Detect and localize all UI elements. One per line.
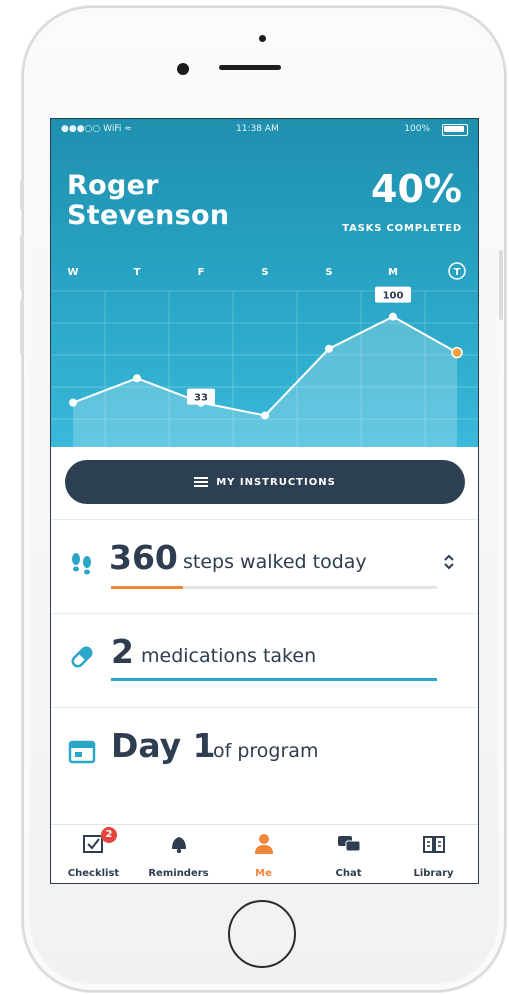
user-last-name: Stevenson bbox=[67, 200, 230, 231]
steps-row[interactable]: 360 steps walked today bbox=[51, 519, 478, 610]
chart-point bbox=[325, 344, 333, 353]
day-label: W bbox=[67, 267, 78, 278]
battery-percent: 100% bbox=[404, 124, 430, 134]
phone-silent-switch bbox=[20, 180, 24, 210]
status-bar: ●●●○○ WiFi ≈ 11:38 AM 100% bbox=[51, 119, 478, 139]
user-first-name: Roger bbox=[67, 170, 159, 201]
my-instructions-label: MY INSTRUCTIONS bbox=[216, 476, 336, 488]
data-label: 100 bbox=[383, 291, 404, 302]
chart-point bbox=[261, 411, 269, 420]
footsteps-icon bbox=[72, 553, 91, 575]
proximity-sensor bbox=[259, 35, 266, 42]
day-label: S bbox=[261, 267, 268, 278]
pill-icon bbox=[71, 646, 93, 668]
program-day-row[interactable]: Day 1 of program bbox=[51, 707, 478, 798]
medications-text: medications taken bbox=[141, 645, 317, 667]
day-label: T bbox=[454, 267, 461, 278]
app-screen: ●●●○○ WiFi ≈ 11:38 AM 100% Roger Stevens… bbox=[50, 118, 479, 884]
tab-bar: 2 Checklist Reminders Me Chat Library bbox=[51, 824, 478, 883]
medications-progress-track bbox=[111, 678, 437, 681]
activity-chart: W T F S S M T 33 100 bbox=[51, 262, 478, 447]
tab-library[interactable]: Library bbox=[391, 825, 476, 883]
tasks-label: TASKS COMPLETED bbox=[342, 223, 462, 234]
battery-icon bbox=[442, 124, 468, 136]
day-label: M bbox=[388, 267, 398, 278]
tab-checklist-label: Checklist bbox=[67, 868, 120, 879]
list-icon bbox=[194, 477, 209, 487]
steps-progress-track bbox=[111, 586, 437, 589]
chart-point-highlight bbox=[451, 346, 463, 359]
front-camera bbox=[177, 63, 189, 75]
steps-progress-fill bbox=[111, 586, 183, 589]
chart-point bbox=[389, 312, 397, 321]
chat-icon bbox=[337, 836, 360, 852]
day-label: T bbox=[134, 267, 141, 278]
tab-me-label: Me bbox=[255, 868, 272, 879]
medications-progress-fill bbox=[111, 678, 437, 681]
chart-point bbox=[69, 398, 77, 407]
earpiece-speaker bbox=[219, 65, 281, 70]
tab-library-label: Library bbox=[413, 868, 454, 879]
day-label: F bbox=[198, 267, 205, 278]
my-instructions-button[interactable]: MY INSTRUCTIONS bbox=[65, 460, 465, 504]
medications-value: 2 bbox=[111, 632, 134, 671]
signal-indicator: ●●●○○ WiFi ≈ bbox=[61, 124, 132, 134]
checklist-badge: 2 bbox=[101, 827, 117, 843]
chevron-updown-icon[interactable] bbox=[443, 553, 455, 571]
phone-volume-down bbox=[20, 300, 24, 355]
medications-row[interactable]: 2 medications taken bbox=[51, 613, 478, 704]
home-button[interactable] bbox=[228, 900, 296, 968]
day-label: S bbox=[325, 267, 332, 278]
chart-area bbox=[73, 316, 457, 447]
person-icon bbox=[254, 834, 273, 854]
status-time: 11:38 AM bbox=[236, 124, 279, 134]
tab-checklist[interactable]: 2 Checklist bbox=[51, 825, 136, 883]
program-day-value: Day 1 bbox=[111, 726, 216, 765]
steps-text: steps walked today bbox=[183, 551, 367, 573]
user-name: Roger Stevenson bbox=[67, 171, 229, 231]
phone-power-button bbox=[499, 250, 503, 320]
profile-header: ●●●○○ WiFi ≈ 11:38 AM 100% Roger Stevens… bbox=[51, 119, 478, 447]
tab-me[interactable]: Me bbox=[221, 825, 306, 883]
calendar-icon bbox=[68, 740, 96, 764]
phone-volume-up bbox=[20, 235, 24, 290]
tab-chat-label: Chat bbox=[335, 868, 362, 879]
tasks-percent: 40% bbox=[371, 167, 462, 211]
bell-icon bbox=[171, 837, 186, 854]
tab-chat[interactable]: Chat bbox=[306, 825, 391, 883]
program-day-text: of program bbox=[213, 740, 319, 762]
tab-reminders-label: Reminders bbox=[148, 868, 209, 879]
tab-reminders[interactable]: Reminders bbox=[136, 825, 221, 883]
data-label: 33 bbox=[194, 393, 208, 404]
book-icon bbox=[422, 836, 445, 853]
chart-point bbox=[133, 374, 141, 383]
steps-value: 360 bbox=[109, 538, 178, 577]
